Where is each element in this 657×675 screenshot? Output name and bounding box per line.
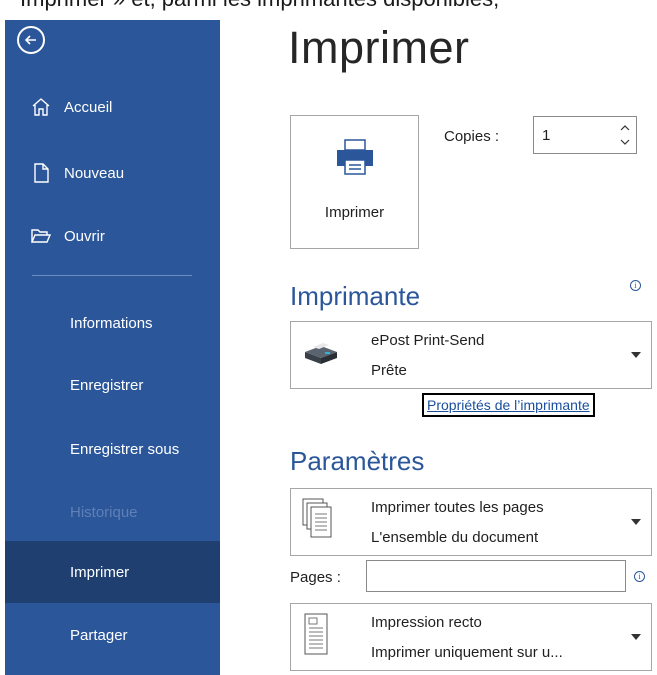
copies-label: Copies : — [444, 128, 500, 145]
printer-info-icon[interactable]: i — [630, 280, 641, 291]
nav-new[interactable]: Nouveau — [5, 142, 220, 204]
nav-history-label: Historique — [70, 503, 138, 521]
print-button[interactable]: Imprimer — [290, 115, 419, 249]
backstage-sidebar: Accueil Nouveau Ouvrir Informations Enre… — [5, 0, 220, 675]
printer-properties-link[interactable]: Propriétés de l’imprimante — [422, 393, 595, 417]
chevron-down-icon — [631, 519, 641, 525]
pages-input[interactable] — [366, 560, 626, 592]
nav-share-label: Partager — [70, 626, 128, 644]
nav-open[interactable]: Ouvrir — [5, 205, 220, 267]
print-pane: Imprimer Imprimer Copies : 1 Imprimante … — [220, 0, 657, 675]
printer-name: ePost Print-Send — [371, 332, 485, 349]
duplex-line2: Imprimer uniquement sur u... — [371, 644, 563, 661]
top-caption: Imprimer » et, parmi les imprimantes dis… — [0, 0, 657, 20]
back-arrow-icon — [24, 35, 36, 45]
duplex-dropdown[interactable]: Impression recto Imprimer uniquement sur… — [290, 603, 652, 671]
new-document-icon — [34, 163, 49, 183]
spin-arrows-icon[interactable] — [618, 121, 632, 149]
nav-save[interactable]: Enregistrer — [5, 354, 220, 416]
printer-section-heading: Imprimante — [290, 281, 421, 311]
nav-info-label: Informations — [70, 314, 153, 332]
open-folder-icon — [30, 229, 52, 243]
single-sided-page-icon — [304, 613, 328, 655]
nav-print-label: Imprimer — [70, 563, 130, 581]
home-icon — [32, 98, 50, 116]
printer-status: Prête — [371, 362, 407, 379]
nav-open-label: Ouvrir — [64, 227, 105, 245]
print-range-line2: L'ensemble du document — [371, 529, 539, 546]
caption-text: Imprimer » et, parmi les imprimantes dis… — [20, 0, 499, 12]
chevron-down-icon — [631, 352, 641, 358]
settings-section-heading: Paramètres — [290, 446, 425, 476]
duplex-line1: Impression recto — [371, 614, 482, 631]
nav-home-label: Accueil — [64, 98, 113, 116]
nav-history: Historique — [5, 481, 220, 543]
nav-save-as[interactable]: Enregistrer sous — [5, 418, 220, 480]
print-range-dropdown[interactable]: Imprimer toutes les pages L'ensemble du … — [290, 488, 652, 556]
nav-home[interactable]: Accueil — [5, 76, 220, 138]
chevron-down-icon — [631, 634, 641, 640]
nav-save-label: Enregistrer — [70, 376, 144, 394]
page-title: Imprimer — [288, 22, 470, 73]
printer-icon — [337, 139, 373, 175]
back-button[interactable] — [17, 26, 45, 54]
pages-label: Pages : — [290, 569, 341, 586]
pages-info-icon[interactable]: i — [634, 571, 645, 582]
nav-save-as-label: Enregistrer sous — [70, 440, 180, 458]
copies-value: 1 — [542, 127, 551, 144]
nav-share[interactable]: Partager — [5, 604, 220, 666]
nav-new-label: Nouveau — [64, 164, 125, 182]
print-button-label: Imprimer — [324, 204, 385, 221]
multiple-pages-icon — [302, 498, 332, 538]
nav-info[interactable]: Informations — [5, 292, 220, 354]
printer-dropdown[interactable]: ePost Print-Send Prête — [290, 321, 652, 389]
sidebar-divider — [32, 275, 192, 276]
print-range-line1: Imprimer toutes les pages — [371, 499, 544, 516]
copies-stepper[interactable]: 1 — [533, 116, 637, 154]
nav-print[interactable]: Imprimer — [5, 541, 220, 603]
printer-device-icon — [305, 343, 337, 364]
